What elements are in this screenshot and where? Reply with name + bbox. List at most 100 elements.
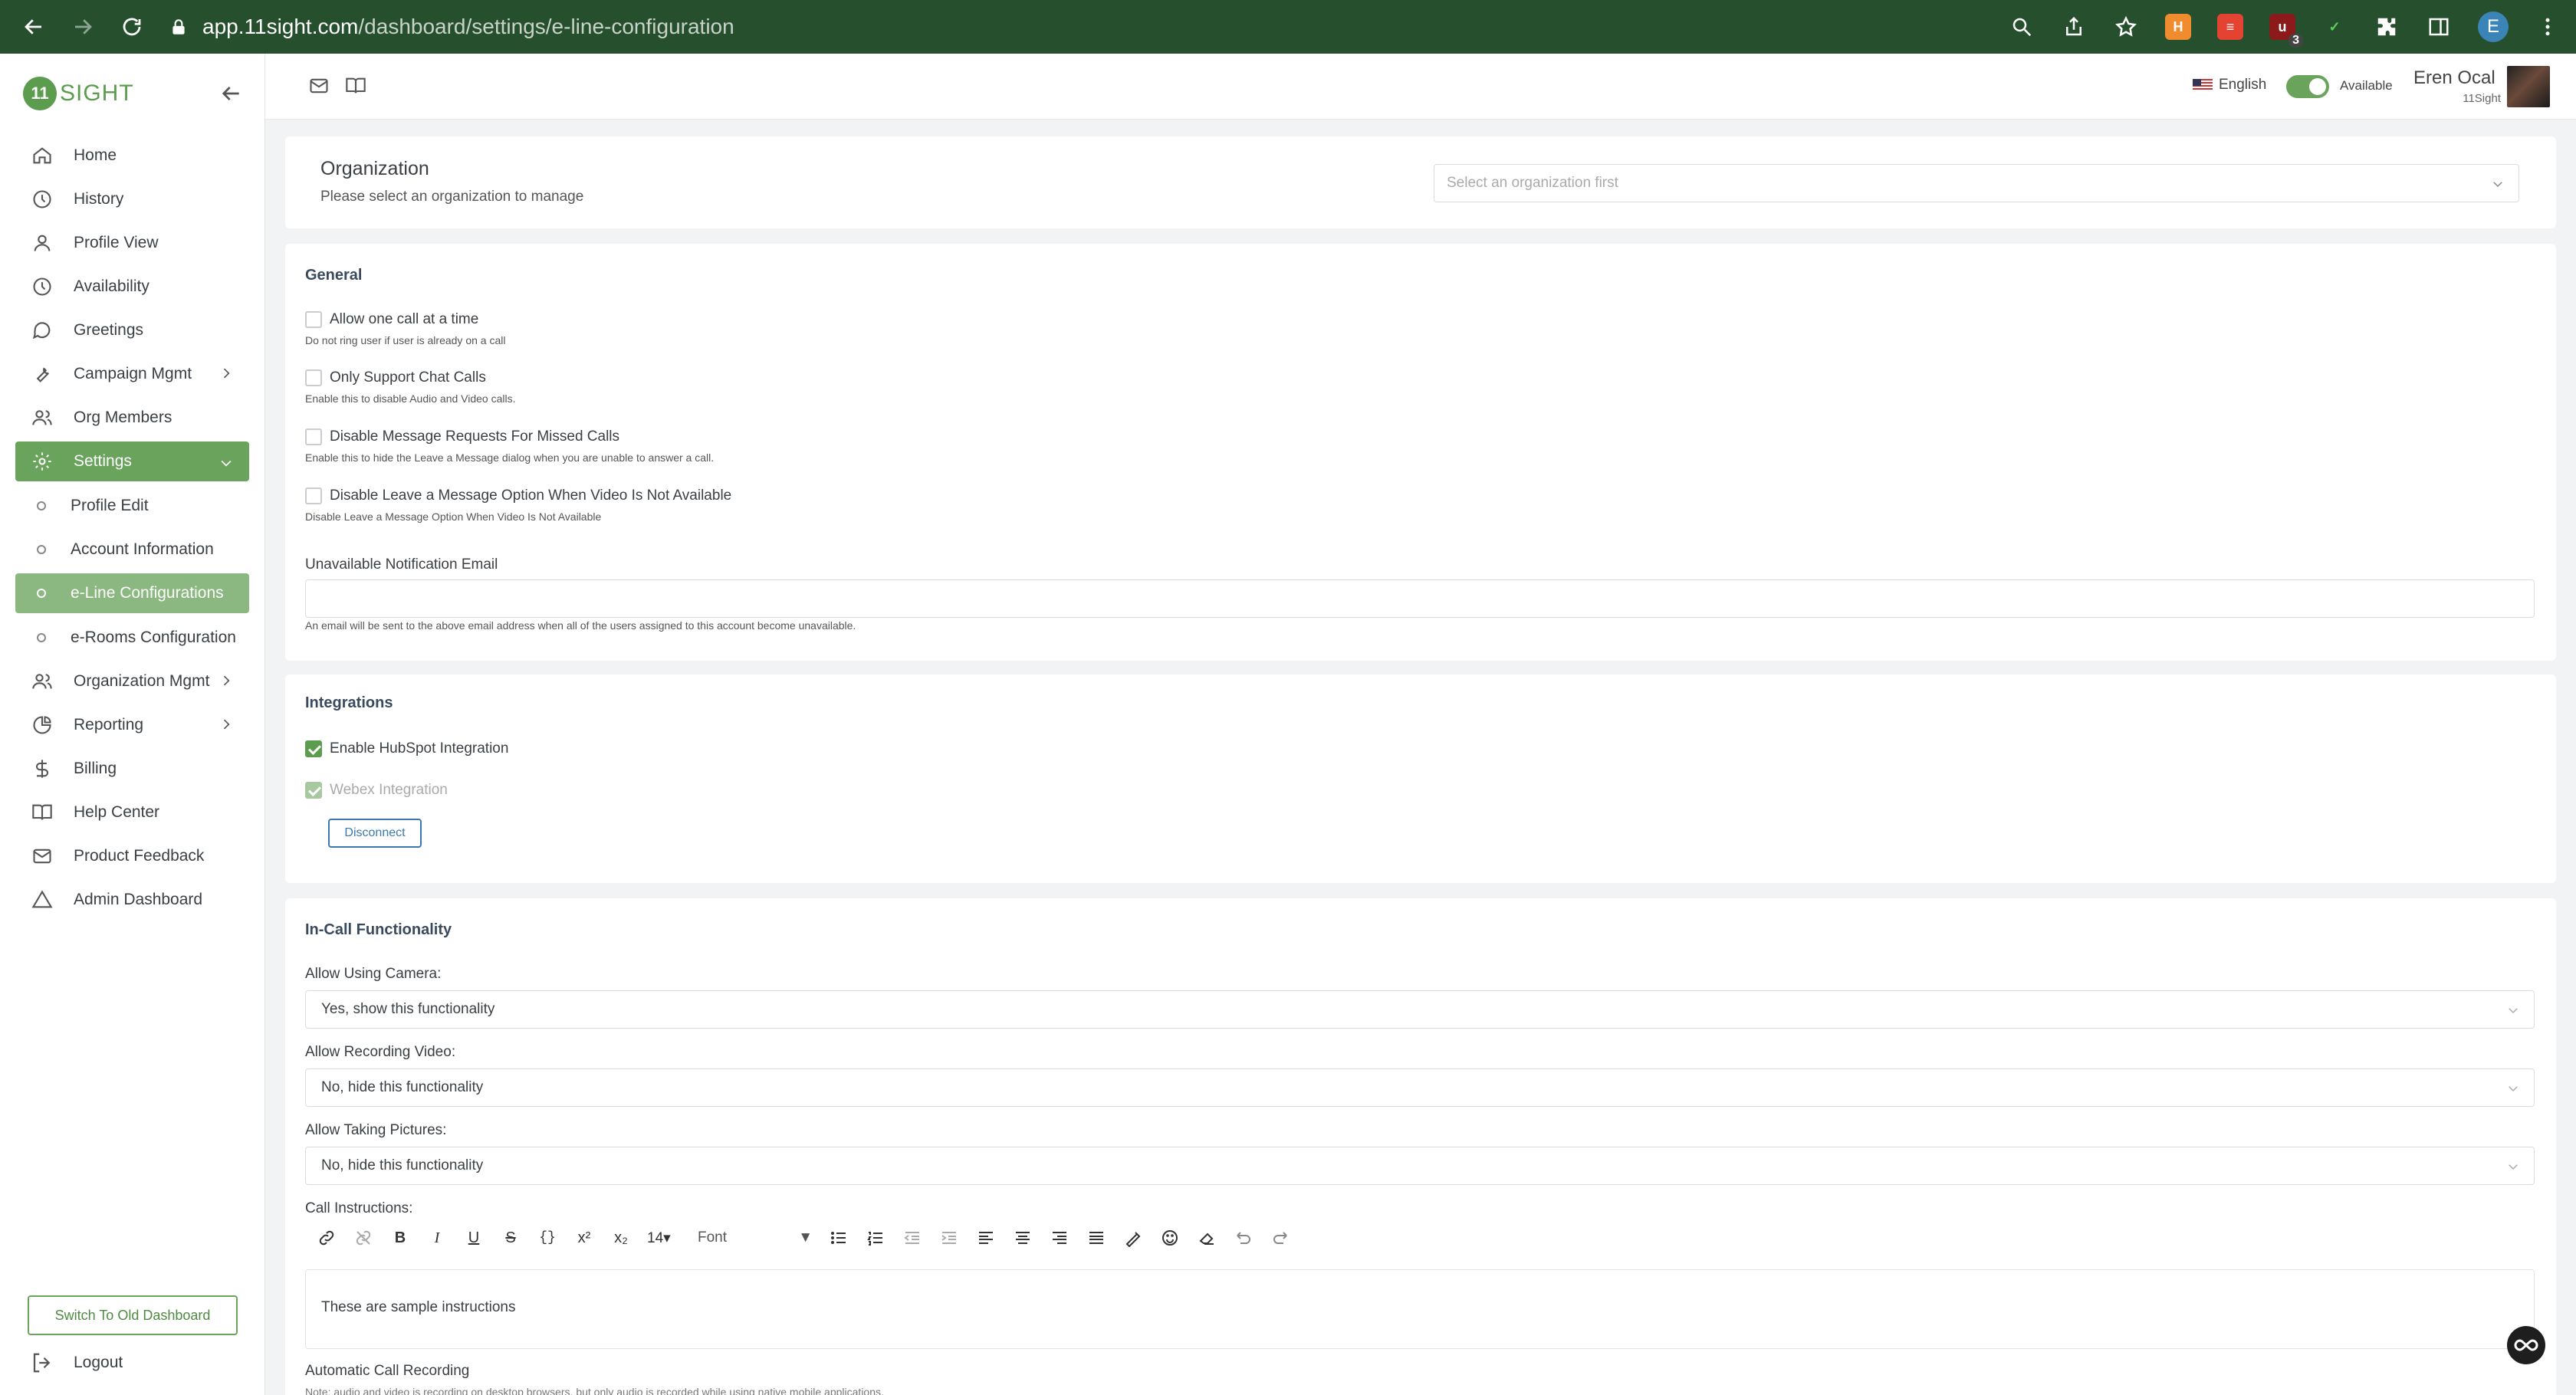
sidebar-item-history[interactable]: History (0, 177, 264, 221)
link-icon[interactable] (316, 1227, 337, 1249)
puzzle-icon[interactable] (2374, 14, 2400, 40)
call-instructions-editor[interactable]: These are sample instructions (305, 1269, 2535, 1349)
availability-toggle[interactable] (2286, 75, 2329, 98)
font-family-select[interactable]: Font ▼ (698, 1229, 813, 1246)
circle-bullet-icon (37, 589, 46, 598)
sidebar-item-e-rooms-configuration[interactable]: e-Rooms Configuration (0, 615, 264, 659)
chevron-down-icon (2509, 1086, 2518, 1092)
us-flag-icon (2193, 79, 2213, 91)
checkbox[interactable] (305, 369, 322, 386)
numbered-list-icon[interactable] (865, 1227, 886, 1249)
bookmark-star-icon[interactable] (2113, 14, 2139, 40)
sidebar-item-home[interactable]: Home (0, 133, 264, 177)
share-icon[interactable] (2061, 14, 2087, 40)
align-center-icon[interactable] (1012, 1227, 1033, 1249)
book-icon (31, 801, 54, 824)
organization-select[interactable]: Select an organization first (1434, 164, 2519, 202)
sidebar-item-profile-view[interactable]: Profile View (0, 221, 264, 264)
sidebar-item-account-information[interactable]: Account Information (0, 527, 264, 571)
sidebar-item-organization-mgmt[interactable]: Organization Mgmt (0, 659, 264, 703)
pictures-select[interactable]: No, hide this functionality (305, 1147, 2535, 1185)
chat-bubble-icon (31, 319, 54, 342)
align-right-icon[interactable] (1049, 1227, 1070, 1249)
app-logo[interactable]: 11 SIGHT (23, 77, 134, 110)
subscript-icon[interactable]: x₂ (610, 1227, 632, 1249)
camera-select-value: Yes, show this functionality (321, 1001, 495, 1017)
sidebar-item-profile-edit[interactable]: Profile Edit (0, 484, 264, 527)
checkbox[interactable] (305, 311, 322, 328)
checkbox-label: Allow one call at a time (330, 311, 479, 327)
sidebar-item-label: e-Line Configurations (71, 584, 224, 602)
address-bar[interactable]: app.11sight.com/dashboard/settings/e-lin… (169, 5, 734, 48)
code-icon[interactable]: {} (537, 1227, 558, 1249)
sidebar-item-e-line-configurations[interactable]: e-Line Configurations (15, 573, 249, 613)
sidebar-item-reporting[interactable]: Reporting (0, 703, 264, 747)
checkbox[interactable] (305, 428, 322, 445)
sidebar-item-help-center[interactable]: Help Center (0, 790, 264, 834)
mail-icon[interactable] (308, 75, 330, 97)
emoji-icon[interactable] (1159, 1227, 1181, 1249)
sidebar-item-settings[interactable]: Settings (15, 441, 249, 481)
checkbox-help: Enable this to disable Audio and Video c… (305, 392, 516, 405)
eraser-icon[interactable] (1196, 1227, 1217, 1249)
user-name[interactable]: Eren Ocal (2413, 67, 2496, 89)
hubspot-extension-icon[interactable]: H (2165, 14, 2191, 40)
notification-email-field[interactable] (305, 579, 2535, 618)
font-size-select[interactable]: 14▾ (647, 1229, 682, 1247)
zoom-icon[interactable] (2009, 14, 2035, 40)
side-panel-icon[interactable] (2426, 14, 2452, 40)
underline-icon[interactable]: U (463, 1227, 485, 1249)
sidebar-item-org-members[interactable]: Org Members (0, 396, 264, 439)
reload-icon[interactable] (117, 11, 147, 42)
url-domain: app.11sight.com (202, 15, 359, 38)
text-color-icon[interactable] (1122, 1227, 1144, 1249)
switch-to-old-dashboard-button[interactable]: Switch To Old Dashboard (28, 1295, 238, 1335)
chevron-down-icon (2493, 182, 2502, 188)
in-call-card: In-Call Functionality Allow Using Camera… (285, 898, 2556, 1395)
more-vertical-icon[interactable] (2535, 14, 2561, 40)
superscript-icon[interactable]: x² (573, 1227, 595, 1249)
sidebar-item-campaign-mgmt[interactable]: Campaign Mgmt (0, 352, 264, 396)
option-one-call-at-a-time: Allow one call at a time Do not ring use… (305, 311, 505, 346)
browser-profile-avatar[interactable]: E (2478, 11, 2509, 42)
general-title: General (305, 267, 363, 284)
collapse-sidebar-icon[interactable] (219, 81, 243, 106)
camera-select[interactable]: Yes, show this functionality (305, 990, 2535, 1029)
recording-select[interactable]: No, hide this functionality (305, 1068, 2535, 1107)
language-selector[interactable]: English (2193, 77, 2266, 94)
checkbox[interactable] (305, 740, 322, 757)
sidebar-item-label: Availability (74, 277, 150, 295)
italic-icon[interactable]: I (426, 1227, 448, 1249)
redo-icon[interactable] (1270, 1227, 1291, 1249)
strikethrough-icon[interactable]: S (500, 1227, 521, 1249)
clock-icon (31, 188, 54, 211)
sidebar-item-label: Campaign Mgmt (74, 364, 192, 382)
bullet-list-icon[interactable] (828, 1227, 849, 1249)
back-icon[interactable] (18, 11, 49, 42)
indent-icon[interactable] (938, 1227, 960, 1249)
align-justify-icon[interactable] (1086, 1227, 1107, 1249)
user-icon (31, 231, 54, 254)
bold-icon[interactable]: B (389, 1227, 411, 1249)
ublock-extension-icon[interactable]: u3 (2269, 14, 2303, 48)
checkbox[interactable] (305, 487, 322, 504)
wrench-icon (31, 363, 54, 386)
sidebar-item-product-feedback[interactable]: Product Feedback (0, 834, 264, 878)
logout-button[interactable]: Logout (31, 1344, 123, 1381)
forward-icon[interactable] (67, 11, 98, 42)
align-left-icon[interactable] (975, 1227, 997, 1249)
book-icon[interactable] (345, 75, 366, 97)
undo-icon[interactable] (1233, 1227, 1254, 1249)
disconnect-button[interactable]: Disconnect (328, 819, 422, 848)
support-widget-button[interactable] (2507, 1326, 2545, 1364)
sidebar-item-availability[interactable]: Availability (0, 264, 264, 308)
clock-icon (31, 275, 54, 298)
green-extension-icon[interactable]: ✓ (2321, 14, 2348, 40)
todoist-extension-icon[interactable]: ≡ (2217, 14, 2243, 40)
avatar[interactable] (2507, 66, 2550, 107)
sidebar-item-greetings[interactable]: Greetings (0, 308, 264, 352)
unlink-icon[interactable] (353, 1227, 374, 1249)
outdent-icon[interactable] (902, 1227, 923, 1249)
sidebar-item-billing[interactable]: Billing (0, 747, 264, 790)
sidebar-item-admin-dashboard[interactable]: Admin Dashboard (0, 878, 264, 921)
